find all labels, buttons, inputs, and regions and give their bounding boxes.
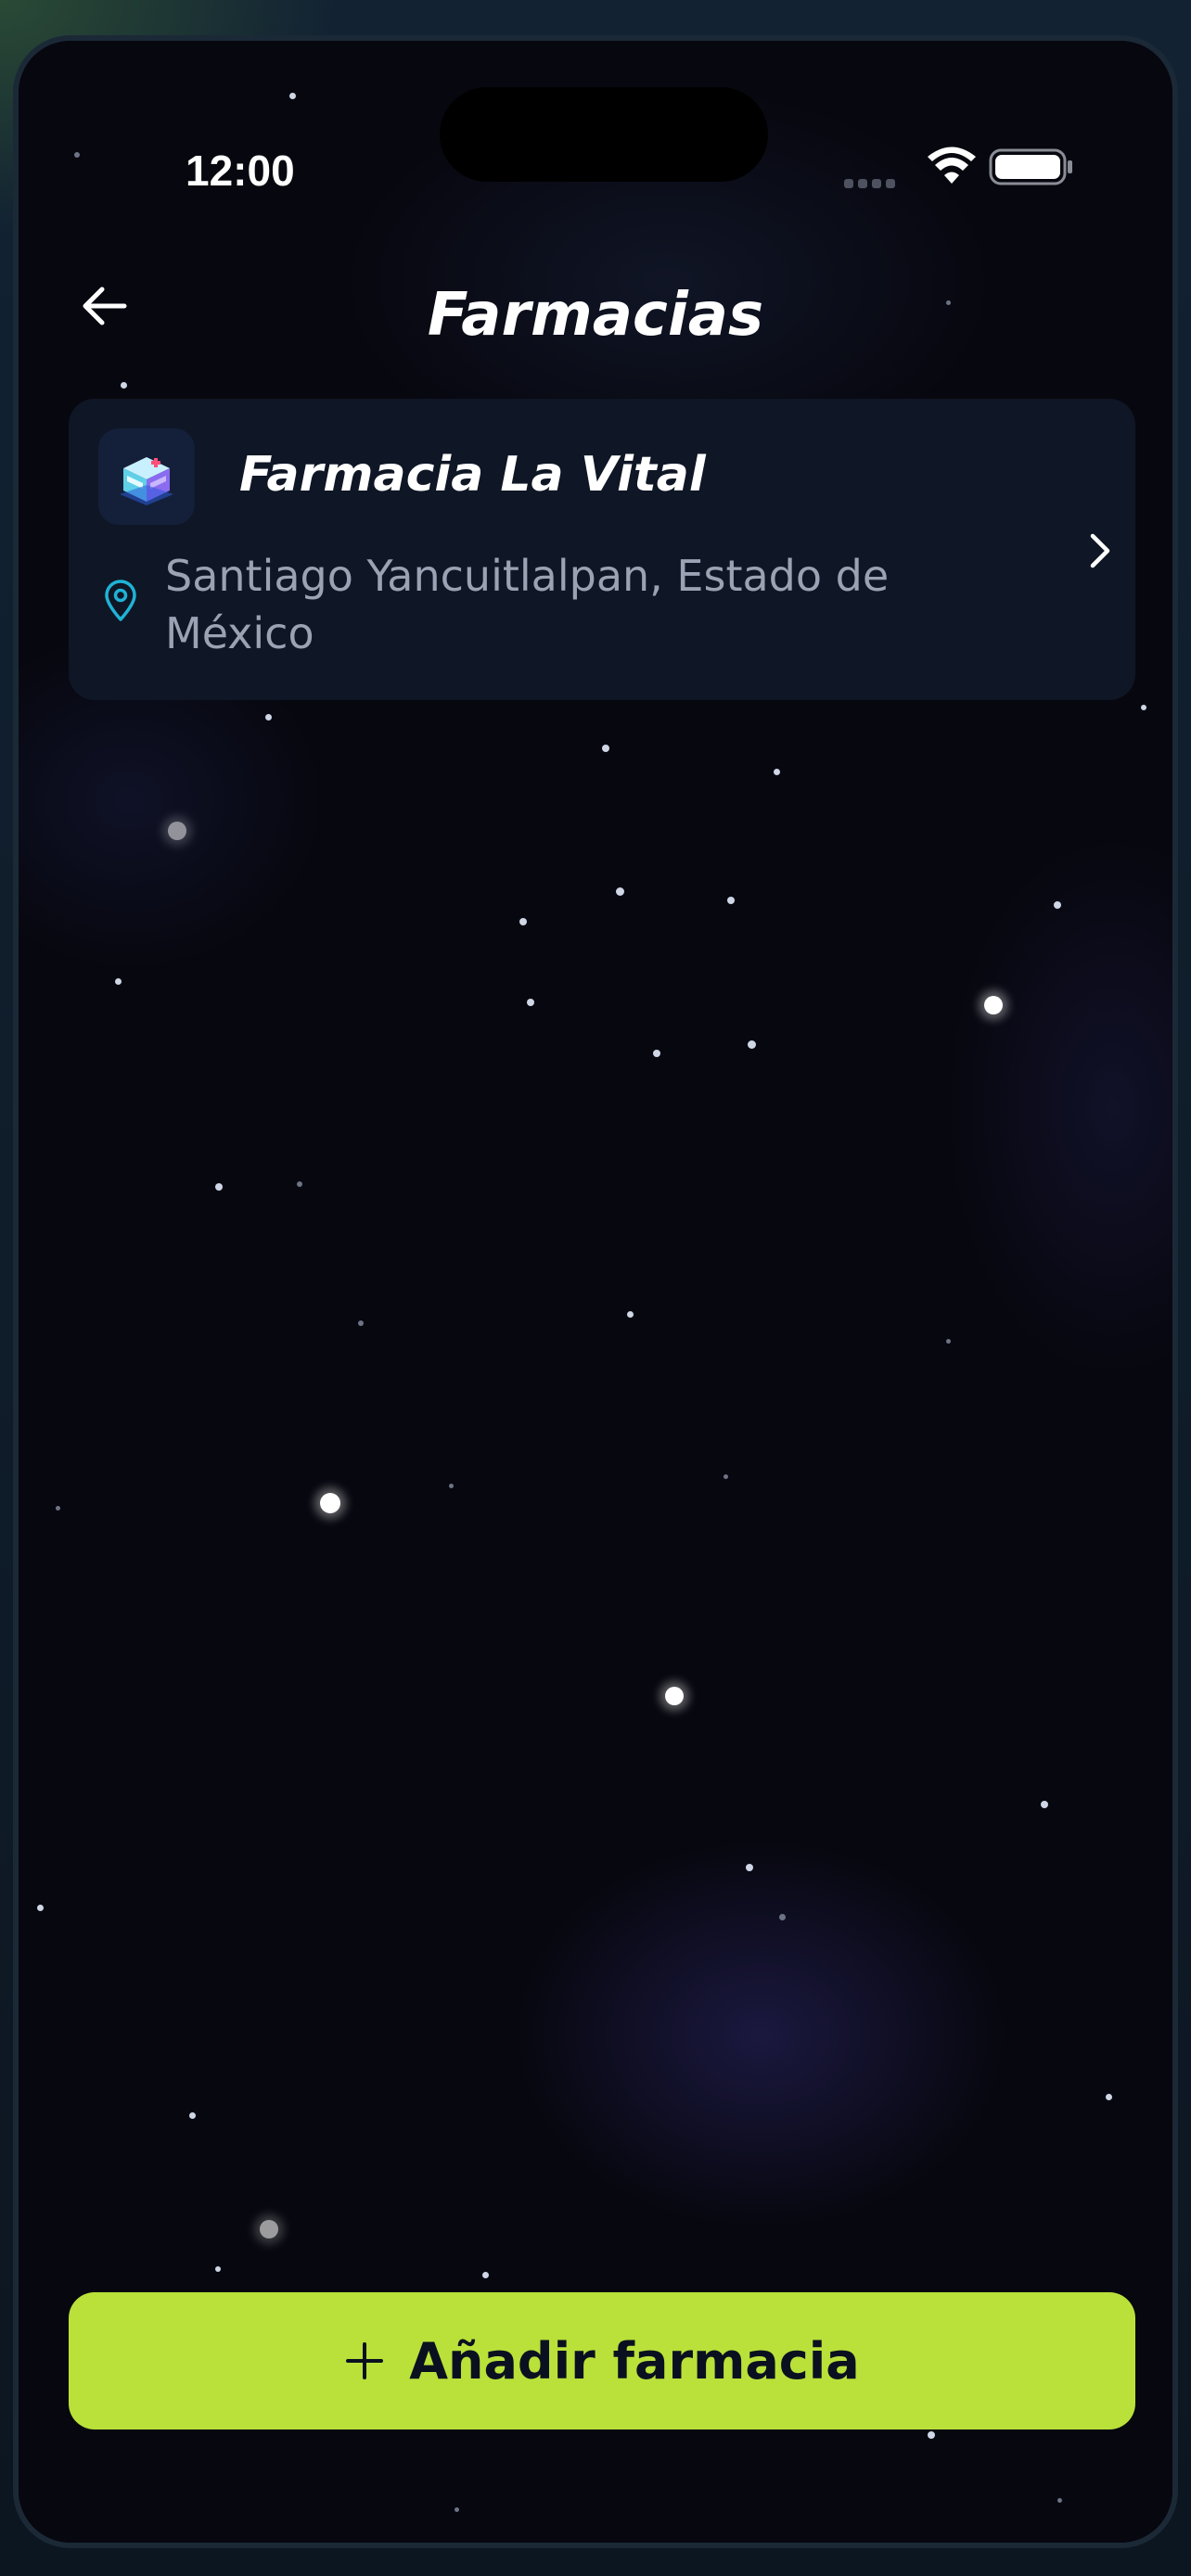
dynamic-island xyxy=(440,87,768,182)
pharmacy-name: Farmacia La Vital xyxy=(239,447,706,503)
chevron-right-icon xyxy=(1090,533,1110,568)
cellular-signal-icon xyxy=(844,174,903,188)
wifi-icon xyxy=(928,147,976,184)
add-pharmacy-button[interactable]: Añadir farmacia xyxy=(69,2292,1135,2429)
plus-icon xyxy=(346,2342,384,2379)
add-pharmacy-label: Añadir farmacia xyxy=(409,2331,860,2391)
phone-screen: 12:00 Farmacias Farmacia La Vital Santia… xyxy=(13,35,1178,2548)
pharmacy-building-icon xyxy=(98,428,195,525)
status-time: 12:00 xyxy=(186,147,295,195)
pharmacy-card[interactable]: Farmacia La Vital Santiago Yancuitlalpan… xyxy=(69,399,1135,700)
pharmacy-address: Santiago Yancuitlalpan, Estado de México xyxy=(165,551,890,658)
page-title: Farmacias xyxy=(427,281,764,350)
location-pin-icon xyxy=(105,580,136,621)
battery-icon xyxy=(989,148,1072,185)
